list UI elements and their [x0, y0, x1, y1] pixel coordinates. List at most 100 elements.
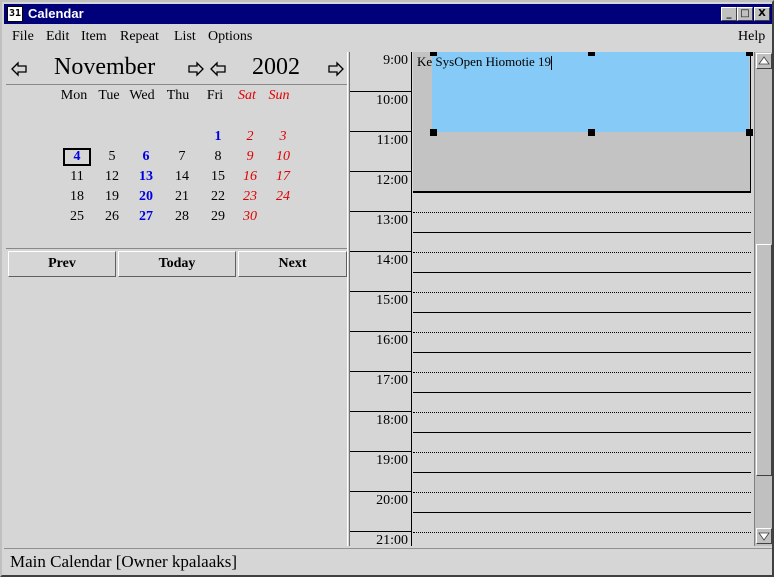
- chevron-down-icon: [758, 532, 770, 541]
- day-cell[interactable]: 17: [269, 168, 297, 186]
- half-hour-line: [413, 452, 751, 453]
- day-cell[interactable]: 30: [236, 208, 264, 226]
- weekday-label: Tue: [98, 88, 120, 103]
- next-year-arrow-icon[interactable]: [327, 60, 345, 78]
- day-view-scrollbar[interactable]: [754, 52, 772, 546]
- resize-handle[interactable]: [746, 129, 753, 136]
- time-slot-line: [413, 352, 751, 353]
- hour-separator: [350, 531, 412, 532]
- hour-label: 13:00: [376, 213, 408, 228]
- day-cell[interactable]: 18: [63, 188, 91, 206]
- day-cell[interactable]: 13: [132, 168, 160, 186]
- scroll-thumb[interactable]: [756, 244, 772, 476]
- prev-button[interactable]: Prev: [8, 251, 116, 277]
- day-cell[interactable]: 8: [204, 148, 232, 166]
- menu-item[interactable]: Item: [81, 29, 107, 45]
- hour-label: 10:00: [376, 93, 408, 108]
- half-hour-line: [413, 372, 751, 373]
- day-cell[interactable]: 21: [168, 188, 196, 206]
- day-cell[interactable]: 23: [236, 188, 264, 206]
- time-slot-line: [413, 392, 751, 393]
- appointment-text[interactable]: Ke SysOpen Hiomotie 19: [417, 54, 552, 71]
- title-bar[interactable]: 31 Calendar _ □ X: [4, 4, 772, 24]
- menu-list[interactable]: List: [174, 29, 196, 45]
- next-button[interactable]: Next: [238, 251, 347, 277]
- resize-handle[interactable]: [588, 129, 595, 136]
- hour-label: 16:00: [376, 333, 408, 348]
- time-slot-line: [413, 192, 751, 193]
- day-cell[interactable]: 2: [236, 128, 264, 146]
- day-cell[interactable]: 3: [269, 128, 297, 146]
- resize-handle[interactable]: [430, 129, 437, 136]
- year-label: 2002: [252, 54, 300, 80]
- day-cell[interactable]: 24: [269, 188, 297, 206]
- scroll-down-button[interactable]: [756, 528, 772, 544]
- hour-label: 12:00: [376, 173, 408, 188]
- day-cell[interactable]: 12: [98, 168, 126, 186]
- day-cell[interactable]: 7: [168, 148, 196, 166]
- menu-file[interactable]: File: [12, 29, 34, 45]
- weekday-label: Fri: [206, 88, 224, 103]
- close-button[interactable]: X: [754, 7, 770, 21]
- time-slot-line: [413, 512, 751, 513]
- hour-label: 9:00: [383, 53, 408, 68]
- hour-separator: [350, 491, 412, 492]
- hour-label: 20:00: [376, 493, 408, 508]
- hour-separator: [350, 371, 412, 372]
- day-cell[interactable]: 9: [236, 148, 264, 166]
- day-cell[interactable]: 4: [63, 148, 91, 166]
- half-hour-line: [413, 292, 751, 293]
- calendar-window: 31 Calendar _ □ X File Edit Item Repeat …: [0, 0, 774, 577]
- day-cell[interactable]: 11: [63, 168, 91, 186]
- time-slot-line: [413, 312, 751, 313]
- prev-month-arrow-icon[interactable]: [10, 60, 28, 78]
- month-panel: November 2002 Mon Tue Wed Thu Fri Sat Su…: [6, 52, 347, 546]
- resize-handle[interactable]: [746, 52, 753, 56]
- half-hour-line: [413, 212, 751, 213]
- maximize-button[interactable]: □: [737, 7, 753, 21]
- menu-options[interactable]: Options: [208, 29, 252, 45]
- text-cursor: [550, 56, 552, 71]
- day-cell[interactable]: 14: [168, 168, 196, 186]
- prev-year-arrow-icon[interactable]: [209, 60, 227, 78]
- time-slot-line: [413, 232, 751, 233]
- today-button[interactable]: Today: [118, 251, 236, 277]
- menu-bar: File Edit Item Repeat List Options Help: [4, 26, 772, 50]
- time-slot-line: [413, 472, 751, 473]
- day-cell[interactable]: 16: [236, 168, 264, 186]
- minimize-button[interactable]: _: [721, 7, 737, 21]
- menu-edit[interactable]: Edit: [46, 29, 69, 45]
- hour-label: 17:00: [376, 373, 408, 388]
- month-label: November: [54, 54, 156, 80]
- menu-repeat[interactable]: Repeat: [120, 29, 159, 45]
- day-cell[interactable]: 26: [98, 208, 126, 226]
- day-cell[interactable]: 6: [132, 148, 160, 166]
- day-cell[interactable]: 25: [63, 208, 91, 226]
- day-cell[interactable]: 5: [98, 148, 126, 166]
- hour-separator: [350, 131, 412, 132]
- hour-separator: [350, 331, 412, 332]
- hour-separator: [350, 291, 412, 292]
- menu-help[interactable]: Help: [738, 29, 765, 45]
- chevron-up-icon: [758, 56, 770, 65]
- resize-handle[interactable]: [430, 52, 437, 56]
- day-cell[interactable]: 1: [204, 128, 232, 146]
- divider: [6, 84, 347, 85]
- day-cell[interactable]: 27: [132, 208, 160, 226]
- day-cell[interactable]: 22: [204, 188, 232, 206]
- day-cell[interactable]: 10: [269, 148, 297, 166]
- weekday-label: Wed: [129, 88, 155, 103]
- scroll-up-button[interactable]: [756, 53, 772, 69]
- resize-handle[interactable]: [588, 52, 595, 56]
- next-month-arrow-icon[interactable]: [187, 60, 205, 78]
- day-cell[interactable]: 28: [168, 208, 196, 226]
- hour-label: 18:00: [376, 413, 408, 428]
- day-cell[interactable]: 29: [204, 208, 232, 226]
- day-cell[interactable]: 19: [98, 188, 126, 206]
- day-cell[interactable]: 15: [204, 168, 232, 186]
- day-view[interactable]: 9:00 10:00 11:00 12:00 13:00 14:00 15:00 16:00 1…: [350, 52, 754, 546]
- day-cell[interactable]: 20: [132, 188, 160, 206]
- status-bar: Main Calendar [Owner kpalaaks]: [4, 548, 772, 575]
- half-hour-line: [413, 412, 751, 413]
- window-title: Calendar: [28, 6, 84, 21]
